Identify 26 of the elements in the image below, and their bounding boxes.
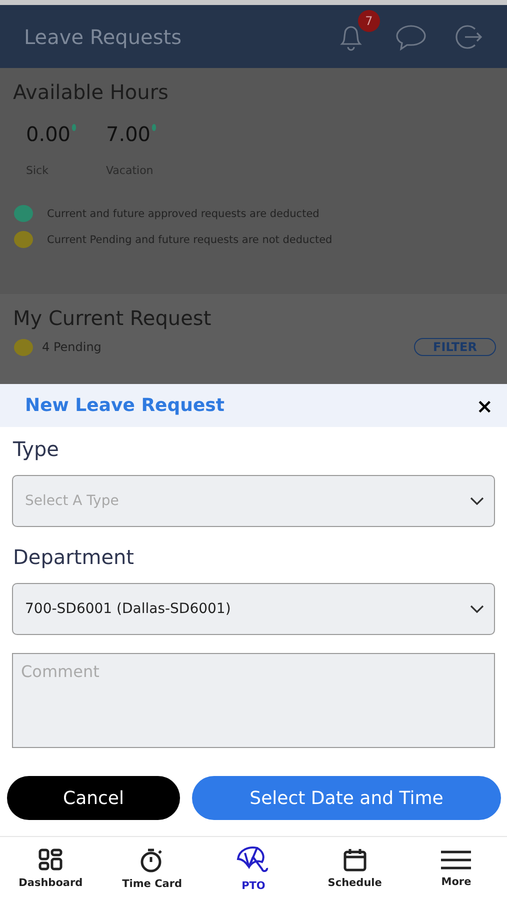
menu-icon (440, 848, 472, 871)
chevron-down-icon (470, 497, 484, 506)
tab-item[interactable]: Time Card (107, 846, 198, 891)
cancel-button[interactable]: Cancel (7, 776, 180, 820)
field-label: Department (13, 545, 136, 570)
dialog-title: New Leave Request (25, 395, 224, 416)
field-label: Type (13, 437, 60, 462)
tab-item[interactable]: Dashboard (6, 848, 96, 890)
section-title: My Current Request (12, 305, 212, 330)
dropdown-field[interactable]: 700-SD6001 (Dallas-SD6001) (12, 583, 495, 636)
notification-badge: 7 (358, 10, 380, 32)
chevron-down-icon (470, 605, 484, 614)
tab-item[interactable]: PTO (208, 844, 298, 893)
balance-value: 7.00 (106, 122, 151, 146)
comment-field[interactable]: Comment (12, 653, 495, 748)
pending-count: 4 Pending (42, 340, 102, 354)
balance-value: 0.00 (26, 122, 71, 146)
select-date-button[interactable]: Select Date and Time (192, 776, 501, 820)
calendar-icon (342, 848, 367, 872)
dashboard-icon (38, 848, 64, 872)
section-title: Available Hours (12, 79, 170, 104)
header-title: Leave Requests (24, 24, 183, 48)
tab-item[interactable]: Schedule (310, 848, 400, 890)
close-button[interactable]: × (472, 394, 497, 418)
tab-item[interactable]: More (411, 848, 502, 889)
chat-bubble-icon[interactable] (395, 22, 427, 50)
